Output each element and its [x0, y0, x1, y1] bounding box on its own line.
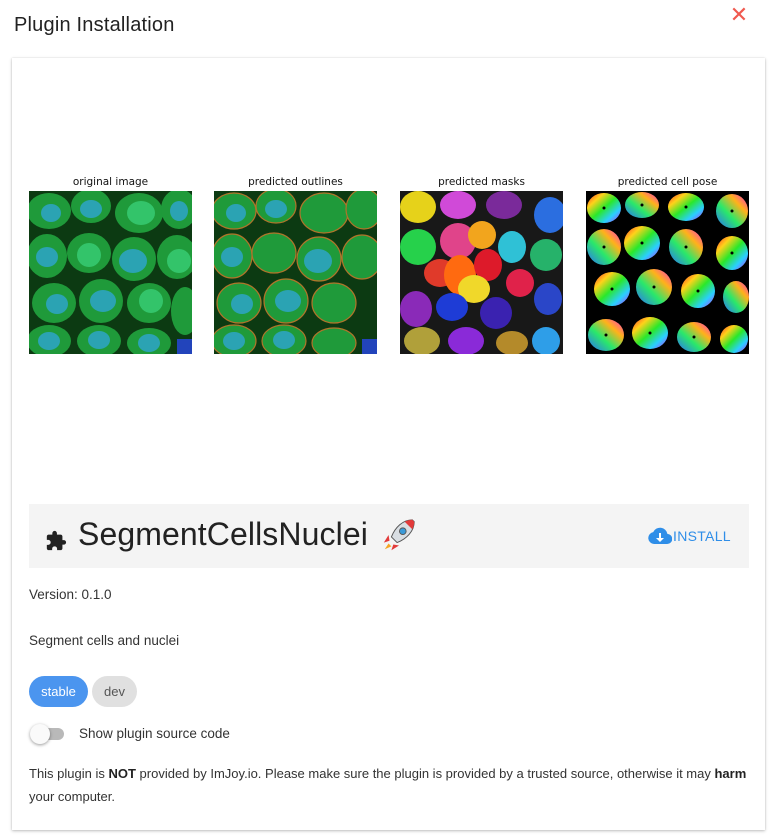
panel-original-image: original image: [29, 176, 192, 354]
security-warning: This plugin is NOT provided by ImJoy.io.…: [29, 762, 753, 808]
tag-stable[interactable]: stable: [29, 676, 88, 707]
preview-image: original image predicted outlines predic…: [29, 176, 749, 356]
close-icon[interactable]: ✕: [728, 4, 750, 26]
tag-dev[interactable]: dev: [92, 676, 137, 707]
panel-title: predicted cell pose: [617, 176, 718, 188]
toggle-thumb: [30, 724, 50, 744]
predicted-masks-thumbnail: [400, 191, 563, 354]
plugin-card: original image predicted outlines predic…: [12, 58, 765, 830]
plugin-header: SegmentCellsNuclei INSTALL: [29, 504, 749, 568]
warning-emphasis-harm: harm: [714, 766, 747, 781]
source-code-toggle-label: Show plugin source code: [79, 726, 230, 741]
warning-emphasis-not: NOT: [108, 766, 136, 781]
warning-text: your computer.: [29, 789, 115, 804]
predicted-cell-pose-thumbnail: [586, 191, 749, 354]
plugin-name: SegmentCellsNuclei: [78, 516, 368, 552]
version-label: Version: 0.1.0: [29, 587, 112, 602]
panel-predicted-masks: predicted masks: [400, 176, 563, 354]
rocket-icon: [383, 519, 415, 551]
install-label: INSTALL: [673, 528, 731, 544]
source-code-toggle[interactable]: [30, 724, 66, 744]
panel-title: predicted outlines: [248, 176, 343, 188]
panel-title: original image: [72, 176, 149, 188]
install-button[interactable]: INSTALL: [648, 526, 731, 546]
dialog-title: Plugin Installation: [14, 14, 175, 36]
panel-title: predicted masks: [438, 176, 525, 188]
puzzle-icon: [46, 530, 67, 551]
panel-predicted-outlines: predicted outlines: [214, 176, 377, 354]
cloud-download-icon: [648, 527, 672, 545]
plugin-description: Segment cells and nuclei: [29, 633, 180, 648]
panel-predicted-cell-pose: predicted cell pose: [586, 176, 749, 354]
predicted-outlines-thumbnail: [214, 191, 377, 354]
original-image-thumbnail: [29, 191, 192, 354]
warning-text: provided by ImJoy.io. Please make sure t…: [135, 766, 715, 781]
warning-text: This plugin is: [29, 766, 109, 781]
